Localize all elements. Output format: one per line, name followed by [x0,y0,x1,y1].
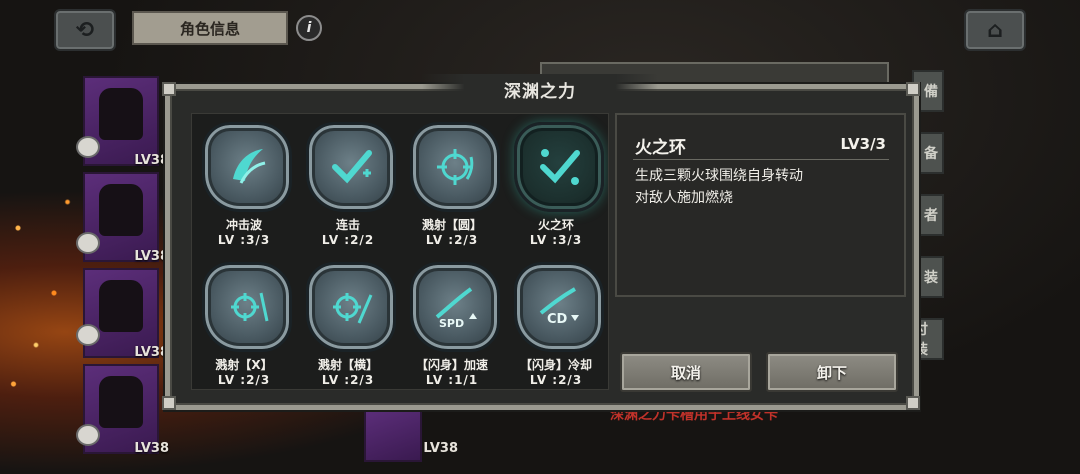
pants-icon [99,280,143,332]
dialog-corner [906,82,920,96]
cloak-icon [99,184,143,236]
fire-embers [0,150,90,410]
cooldown-tag: CD [547,312,568,327]
skill-grid: 冲击波 LV :3/3 连击 LV :2/2 溅射【圆】 LV :2/3 火之环… [191,113,609,390]
skill-card[interactable]: CD 【闪身】冷却 LV :2/3 [504,254,608,389]
combo-check-icon [306,122,396,212]
speed-tag: SPD [439,317,464,330]
skill-name: 溅射【横】 [317,358,378,372]
equip-slot-legs[interactable]: LV38 [83,268,169,360]
equip-level: LV38 [423,441,458,456]
skill-card[interactable]: 溅射【圆】 LV :2/3 [400,114,504,254]
fire-ring-icon [514,122,604,212]
skill-level: LV :2/3 [529,373,583,387]
info-button[interactable]: i [296,15,322,41]
skull-icon [76,424,100,446]
dialog-corner [162,396,176,410]
skill-name: 冲击波 [225,218,262,232]
skill-level: LV :2/2 [321,233,375,247]
back-button[interactable]: ⟲ [54,9,116,51]
home-icon: ⌂ [987,17,1003,43]
equip-level: LV38 [134,345,169,360]
page-title: 角色信息 [132,11,288,45]
dialog-title: 深渊之力 [422,74,658,104]
monster-icon [99,376,143,428]
unequip-button[interactable]: 卸下 [766,352,898,392]
skill-card[interactable]: 溅射【横】 LV :2/3 [296,254,400,389]
helmet-icon [99,88,143,140]
skill-card[interactable]: 冲击波 LV :3/3 [192,114,296,254]
description-line: 生成三颗火球围绕自身转动 [635,168,803,184]
splash-x-icon [202,262,292,352]
skill-detail-panel: 火之环 LV3/3 生成三颗火球围绕自身转动 对敌人施加燃烧 [615,113,906,297]
skill-name: 溅射【X】 [215,358,273,372]
skill-level: LV :3/3 [217,233,271,247]
description-line: 对敌人施加燃烧 [635,190,733,206]
skill-card[interactable]: 连击 LV :2/2 [296,114,400,254]
skill-name: 火之环 [537,218,574,232]
equip-level: LV38 [134,153,169,168]
skill-card[interactable]: SPD 【闪身】加速 LV :1/1 [400,254,504,389]
home-button[interactable]: ⌂ [964,9,1026,51]
skill-level: LV :2/3 [217,373,271,387]
shockwave-icon [202,122,292,212]
skill-name: 【闪身】冷却 [519,358,592,372]
slot-type-icon [76,232,100,254]
equip-slot-center[interactable]: LV38 [364,408,458,462]
skill-card[interactable]: 溅射【X】 LV :2/3 [192,254,296,389]
detail-description: 生成三颗火球围绕自身转动 对敌人施加燃烧 [635,165,803,209]
detail-skill-level: LV3/3 [840,135,886,153]
slot-type-icon [76,136,100,158]
back-arrow-icon: ⟲ [75,17,95,43]
dash-cooldown-icon: CD [514,262,604,352]
skill-level: LV :2/3 [321,373,375,387]
skill-name: 连击 [335,218,360,232]
divider [633,159,889,160]
skill-card[interactable]: 火之环 LV :3/3 [504,114,608,254]
splash-horizontal-icon [306,262,396,352]
equip-level: LV38 [134,249,169,264]
detail-skill-name: 火之环 [635,138,686,158]
cancel-button[interactable]: 取消 [620,352,752,392]
skill-level: LV :2/3 [425,233,479,247]
dialog-corner [906,396,920,410]
skill-level: LV :3/3 [529,233,583,247]
skill-name: 【闪身】加速 [415,358,488,372]
skill-level: LV :1/1 [425,373,479,387]
dash-speed-icon: SPD [410,262,500,352]
splash-circle-icon [410,122,500,212]
equip-level: LV38 [134,441,169,456]
skill-name: 溅射【圆】 [421,218,482,232]
dialog-corner [162,82,176,96]
slot-type-icon [76,324,100,346]
